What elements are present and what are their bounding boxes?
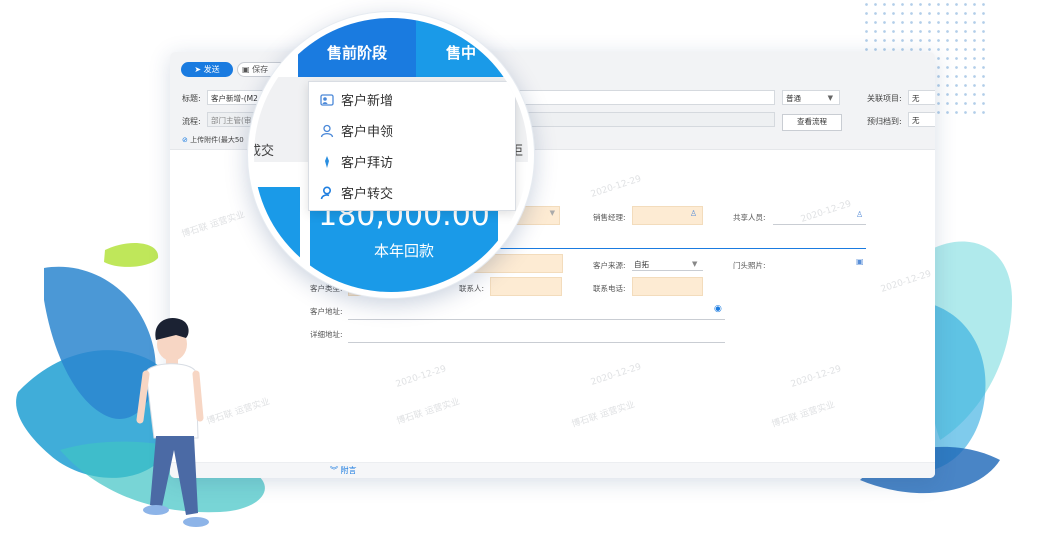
stage-label-deal: 成交	[248, 144, 275, 159]
watermark: 2020-12-29	[589, 174, 643, 200]
watermark: 2020-12-29	[394, 364, 448, 390]
stat-card-left	[254, 187, 300, 292]
customer-claim-icon	[320, 124, 334, 138]
presale-dropdown-menu: 客户新增 客户申领 客户拜访 客户转交	[308, 81, 516, 211]
watermark: 博石联 运营实业	[205, 396, 272, 427]
related-project-select[interactable]: 无	[908, 90, 935, 105]
upload-attachment-label: 上传附件(最大50	[190, 136, 244, 144]
shared-people-label: 共享人员:	[733, 213, 766, 222]
menu-item-label: 客户新增	[341, 94, 394, 109]
customer-add-icon	[320, 94, 334, 106]
send-button[interactable]: ➤ 发送	[181, 62, 233, 77]
upload-attachment-link[interactable]: ⊘ 上传附件(最大50	[182, 135, 244, 145]
related-project-label: 关联项目:	[867, 94, 902, 103]
tab-presale-stage[interactable]: 售前阶段	[298, 18, 416, 77]
sales-manager-label: 销售经理:	[593, 213, 626, 222]
paperclip-icon: ⊘	[182, 136, 191, 144]
view-flow-button[interactable]: 查看流程	[782, 114, 842, 131]
send-icon: ➤	[194, 65, 204, 74]
watermark: 2020-12-29	[879, 269, 933, 295]
watermark: 博石联 运营实业	[570, 399, 637, 430]
shared-people-field[interactable]	[773, 224, 866, 225]
chevron-down-icon: ▼	[827, 94, 833, 102]
magnifier-callout: 售前阶段 售中 成交 拒 180,000.00 本年回款 客户新增 客户申领 客…	[248, 12, 534, 298]
detail-address-label: 详细地址:	[310, 330, 343, 339]
address-label: 客户地址:	[310, 307, 343, 316]
watermark: 2020-12-29	[589, 362, 643, 388]
sales-manager-field[interactable]: ♙	[632, 206, 703, 225]
watermark: 博石联 运营实业	[180, 209, 247, 240]
archive-select[interactable]: 无	[908, 112, 935, 127]
archive-label: 预归档到:	[867, 117, 902, 126]
flow-label: 流程:	[182, 117, 201, 126]
chevron-down-icon: ▼	[549, 209, 555, 217]
watermark: 2020-12-29	[799, 199, 853, 225]
menu-item-customer-add[interactable]: 客户新增	[309, 84, 515, 115]
watermark: 博石联 运营实业	[770, 399, 837, 430]
phone-label: 联系电话:	[593, 284, 626, 293]
watermark: 2020-12-29	[789, 364, 843, 390]
save-icon: ▣	[242, 65, 253, 74]
customer-transfer-icon	[320, 186, 332, 200]
menu-item-customer-transfer[interactable]: 客户转交	[309, 177, 515, 208]
menu-item-customer-claim[interactable]: 客户申领	[309, 115, 515, 146]
location-pin-icon[interactable]: ◉	[714, 304, 722, 314]
detail-address-field[interactable]	[348, 342, 725, 343]
send-label: 发送	[203, 65, 220, 74]
annual-payment-label: 本年回款	[373, 242, 434, 260]
watermark: 博石联 运营实业	[395, 396, 462, 427]
menu-item-label: 客户转交	[341, 187, 394, 202]
menu-item-customer-visit[interactable]: 客户拜访	[309, 146, 515, 177]
customer-source-value: 自拓	[634, 260, 649, 269]
customer-source-label: 客户来源:	[593, 261, 626, 270]
customer-source-select[interactable]	[632, 270, 703, 271]
priority-select[interactable]: 普通 ▼	[782, 90, 840, 105]
menu-item-label: 客户拜访	[341, 156, 394, 171]
address-field[interactable]	[348, 319, 725, 320]
double-chevron-down-icon: ︾	[330, 466, 341, 475]
chevron-down-icon: ▼	[692, 260, 698, 268]
annex-toggle[interactable]: ︾ 附言	[330, 465, 357, 476]
title-label: 标题:	[182, 94, 201, 103]
priority-value: 普通	[786, 94, 801, 103]
customer-visit-icon	[325, 156, 329, 168]
user-icon: ♙	[689, 209, 697, 218]
door-photo-label: 门头照片:	[733, 261, 766, 270]
image-upload-icon[interactable]: ▣	[856, 257, 864, 266]
form-footer: ︾ 附言	[170, 462, 935, 478]
users-icon[interactable]: ♙	[856, 210, 863, 219]
tab-in-sale-stage[interactable]: 售中	[416, 18, 528, 77]
annex-label: 附言	[340, 466, 357, 475]
menu-item-label: 客户申领	[341, 125, 394, 140]
phone-field[interactable]	[632, 277, 703, 296]
